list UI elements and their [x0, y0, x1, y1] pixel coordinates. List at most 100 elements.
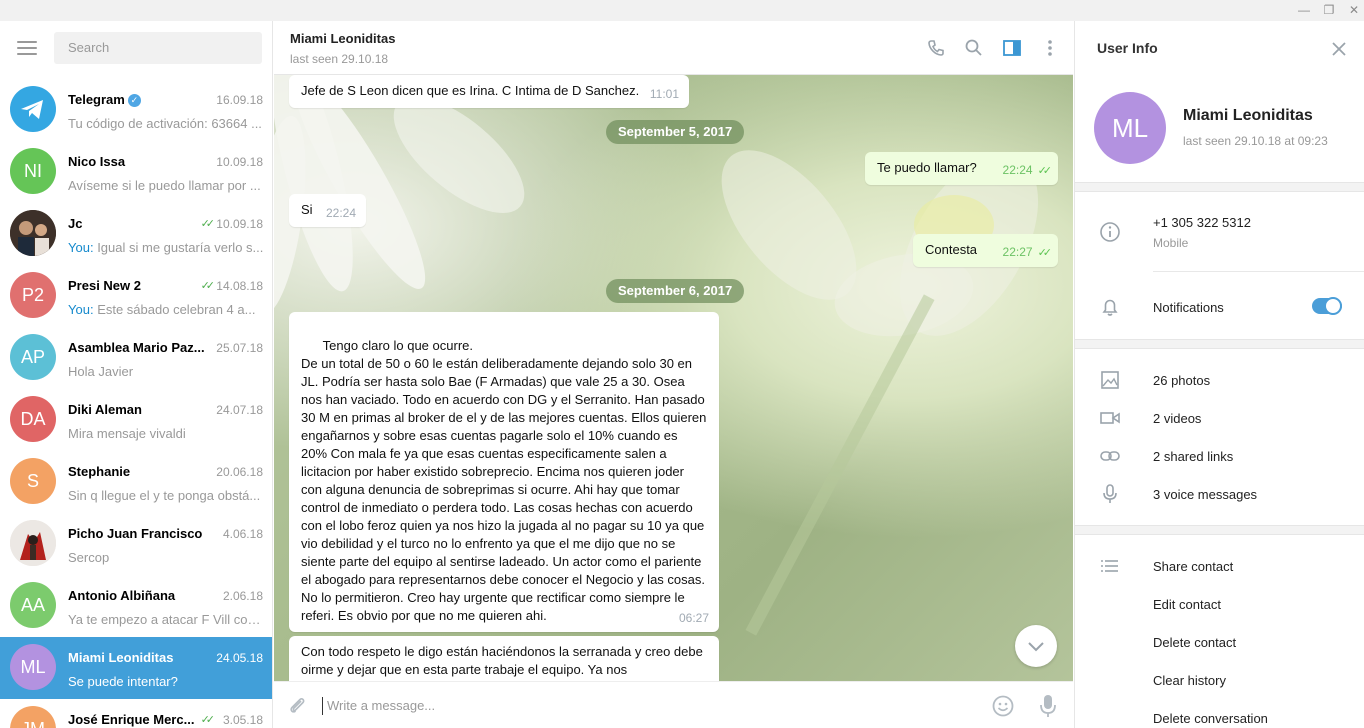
dialog-date: 2.06.18	[222, 589, 263, 603]
message-input[interactable]: Write a message...	[322, 697, 435, 715]
dialog-list: Telegram ✓ 16.09.18 Tu código de activaci…	[0, 79, 272, 728]
avatar: AP	[10, 334, 56, 380]
message-text: Contesta	[925, 242, 978, 257]
message-incoming[interactable]: Con todo respeto le digo están haciéndon…	[289, 636, 719, 681]
avatar: DA	[10, 396, 56, 442]
media-videos[interactable]: 2 videos	[1153, 411, 1201, 426]
divider	[1153, 271, 1364, 272]
avatar: AA	[10, 582, 56, 628]
link-icon	[1099, 445, 1121, 467]
dialog-preview: Sin q llegue el y te ponga obstá...	[68, 488, 261, 503]
sidebar-toggle-icon[interactable]	[1002, 38, 1022, 58]
dialog-item[interactable]: Picho Juan Francisco 4.06.18 Sercop	[0, 513, 272, 575]
dialog-name: Miami Leoniditas	[68, 650, 174, 665]
avatar: ML	[10, 644, 56, 690]
date-separator: September 6, 2017	[606, 279, 745, 303]
attach-icon[interactable]	[286, 695, 308, 717]
clear-history-button[interactable]: Clear history	[1153, 673, 1226, 688]
message-incoming[interactable]: Tengo claro lo que ocurre. De un total d…	[289, 312, 719, 632]
message-time: 06:27	[678, 611, 709, 625]
dialogs-sidebar: Search Telegram ✓ 16.09.18 Tu código de a…	[0, 21, 273, 728]
dialog-date: 24.07.18	[216, 403, 263, 417]
dialog-name: Antonio Albiñana	[68, 588, 176, 603]
media-voice[interactable]: 3 voice messages	[1153, 487, 1257, 502]
date-separator: September 5, 2017	[606, 120, 745, 144]
search-input[interactable]: Search	[54, 32, 262, 64]
dialog-item[interactable]: AA Antonio Albiñana 2.06.18 Ya te empezo…	[0, 575, 272, 637]
scroll-down-button[interactable]	[1015, 625, 1057, 667]
message-text: Jefe de S Leon dicen que es Irina. C Int…	[301, 83, 640, 98]
dialog-date: 3.05.18	[222, 713, 263, 727]
share-contact-button[interactable]: Share contact	[1153, 559, 1233, 574]
dialog-item-active[interactable]: ML Miami Leoniditas 24.05.18 Se puede in…	[0, 637, 272, 699]
message-text: Si	[301, 202, 313, 217]
delete-contact-button[interactable]: Delete contact	[1153, 635, 1236, 650]
dialog-item[interactable]: S Stephanie 20.06.18 Sin q llegue el y t…	[0, 451, 272, 513]
info-icon	[1099, 221, 1121, 243]
chat-title[interactable]: Miami Leoniditas	[290, 31, 395, 46]
dialog-item[interactable]: DA Diki Aleman 24.07.18 Mira mensaje viv…	[0, 389, 272, 451]
read-checkmarks-icon: ✓✓	[1037, 165, 1053, 177]
video-icon	[1099, 407, 1121, 429]
message-incoming[interactable]: Jefe de S Leon dicen que es Irina. C Int…	[289, 75, 689, 108]
restore-button[interactable]: ❐	[1317, 0, 1341, 21]
avatar	[10, 210, 56, 256]
dialog-name: Stephanie	[68, 464, 131, 479]
dialog-preview: You: Igual si me gustaría verlo s...	[68, 240, 264, 255]
dialog-preview: Tu código de activación: 63664 ...	[68, 116, 262, 131]
phone-number[interactable]: +1 305 322 5312	[1153, 215, 1251, 230]
user-last-seen: last seen 29.10.18 at 09:23	[1183, 134, 1328, 148]
hamburger-menu-icon[interactable]	[17, 41, 37, 55]
dialog-preview: Hola Javier	[68, 364, 134, 379]
dialog-name: José Enrique Merc...	[68, 712, 195, 727]
message-composer: Write a message...	[274, 681, 1073, 728]
message-outgoing[interactable]: Te puedo llamar? 22:24 ✓✓	[865, 152, 1058, 185]
dialog-name: Jc	[68, 216, 83, 231]
message-outgoing[interactable]: Contesta 22:27 ✓✓	[913, 234, 1058, 267]
dialog-item[interactable]: AP Asamblea Mario Paz... 25.07.18 Hola J…	[0, 327, 272, 389]
phone-label: Mobile	[1153, 236, 1189, 250]
more-options-icon[interactable]	[1040, 38, 1060, 58]
chat-wallpaper: Jefe de S Leon dicen que es Irina. C Int…	[274, 75, 1073, 681]
dialog-name: Picho Juan Francisco	[68, 526, 203, 541]
read-checkmarks-icon: ✓✓	[1037, 247, 1053, 259]
avatar[interactable]: ML	[1094, 92, 1166, 164]
search-icon[interactable]	[964, 38, 984, 58]
dialog-date: 14.08.18	[216, 279, 263, 293]
dialog-item[interactable]: P2 Presi New 2 ✓✓ 14.08.18 You: Este sáb…	[0, 265, 272, 327]
list-icon	[1099, 555, 1121, 577]
dialog-item[interactable]: JM José Enrique Merc... ✓✓ 3.05.18	[0, 699, 272, 728]
dialog-preview: Mira mensaje vivaldi	[68, 426, 186, 441]
dialog-preview: You: Este sábado celebran 4 a...	[68, 302, 256, 317]
phone-icon[interactable]	[926, 38, 946, 58]
dialog-item[interactable]: Jc ✓✓ 10.09.18 You: Igual si me gustaría…	[0, 203, 272, 265]
message-text: Con todo respeto le digo están haciéndon…	[301, 644, 703, 677]
microphone-icon[interactable]	[1038, 693, 1058, 719]
read-checkmarks-icon: ✓✓	[200, 714, 216, 726]
read-checkmarks-icon: ✓✓	[200, 280, 216, 292]
dialog-item[interactable]: Telegram ✓ 16.09.18 Tu código de activaci…	[0, 79, 272, 141]
media-links[interactable]: 2 shared links	[1153, 449, 1233, 464]
dialog-name: Asamblea Mario Paz...	[68, 340, 205, 355]
media-photos[interactable]: 26 photos	[1153, 373, 1210, 388]
emoji-icon[interactable]	[991, 694, 1015, 718]
close-window-button[interactable]: ✕	[1342, 0, 1364, 21]
avatar: S	[10, 458, 56, 504]
avatar: P2	[10, 272, 56, 318]
avatar: NI	[10, 148, 56, 194]
user-name: Miami Leoniditas	[1183, 107, 1313, 124]
verified-badge-icon: ✓	[127, 94, 141, 107]
avatar	[10, 520, 56, 566]
bell-icon	[1099, 296, 1121, 318]
panel-title: User Info	[1097, 40, 1158, 56]
window-titlebar: — ❐ ✕	[0, 0, 1364, 21]
minimize-button[interactable]: —	[1292, 0, 1316, 21]
dialog-item[interactable]: NI Nico Issa 10.09.18 Avíseme si le pued…	[0, 141, 272, 203]
dialog-name: Presi New 2	[68, 278, 141, 293]
close-icon[interactable]	[1329, 39, 1349, 59]
dialog-date: 20.06.18	[216, 465, 263, 479]
notifications-toggle[interactable]	[1312, 297, 1342, 315]
edit-contact-button[interactable]: Edit contact	[1153, 597, 1221, 612]
delete-conversation-button[interactable]: Delete conversation	[1153, 711, 1268, 726]
message-incoming[interactable]: Si 22:24	[289, 194, 366, 227]
